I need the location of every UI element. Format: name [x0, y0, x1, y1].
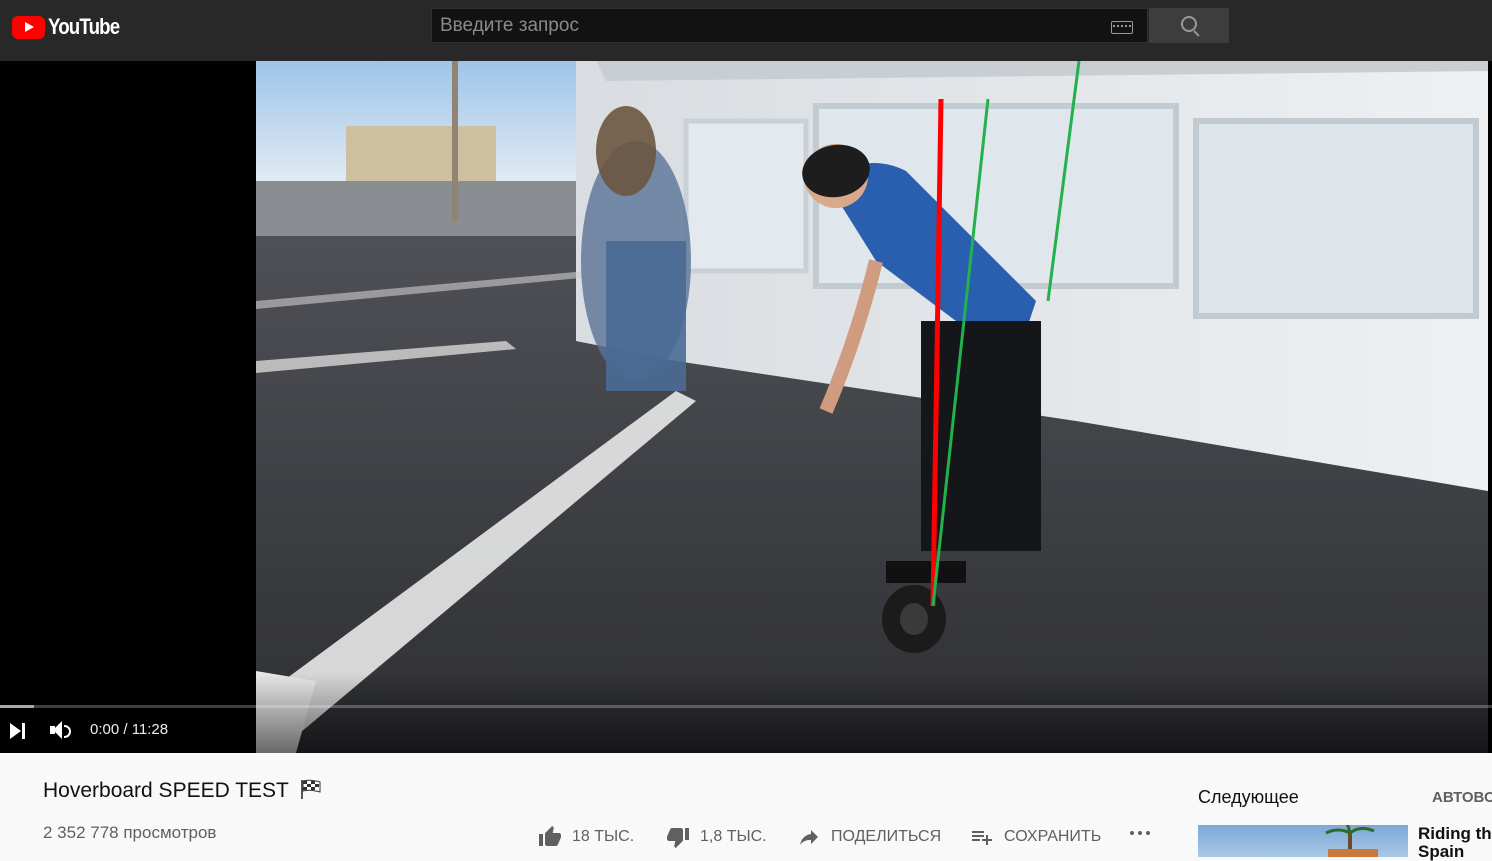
like-count: 18 ТЫС. — [572, 828, 635, 845]
share-arrow-icon — [800, 830, 818, 845]
annotation-lines — [930, 61, 1081, 607]
next-button[interactable] — [8, 720, 30, 742]
progress-bar[interactable] — [0, 705, 1492, 708]
dislike-count: 1,8 ТЫС. — [700, 828, 767, 845]
dislike-button[interactable]: 1,8 ТЫС. — [666, 825, 767, 849]
share-button[interactable]: ПОДЕЛИТЬСЯ — [797, 825, 941, 849]
skip-next-icon — [10, 723, 25, 739]
view-count: 2 352 778 просмотров — [43, 823, 217, 842]
next-video-title-line1: Riding the — [1418, 824, 1492, 843]
search-input[interactable] — [432, 9, 1092, 42]
palm-tree-icon — [1325, 825, 1378, 857]
masthead: YouTube — [0, 0, 1492, 61]
thumbs-down-icon — [667, 828, 689, 848]
next-video-thumbnail[interactable] — [1198, 825, 1408, 857]
volume-icon — [50, 721, 71, 739]
time-display: 0:00 / 11:28 — [90, 721, 169, 738]
search-button[interactable] — [1149, 8, 1229, 43]
youtube-logo[interactable]: YouTube — [12, 14, 132, 40]
video-player[interactable]: 0:00 / 11:28 — [0, 61, 1492, 753]
up-next-label: Следующее — [1198, 787, 1299, 807]
volume-button[interactable] — [48, 720, 72, 742]
controls-gradient — [0, 673, 1492, 753]
youtube-play-icon — [12, 15, 45, 39]
like-button[interactable]: 18 ТЫС. — [538, 825, 634, 849]
add-to-playlist-icon — [972, 831, 992, 845]
more-dots-icon — [1130, 831, 1150, 835]
search-box — [431, 8, 1148, 43]
save-label: СОХРАНИТЬ — [1004, 828, 1102, 845]
share-label: ПОДЕЛИТЬСЯ — [831, 828, 942, 845]
green-tilt-line-2 — [1046, 61, 1081, 302]
video-title: Hoverboard SPEED TEST — [43, 779, 322, 803]
checkered-flag-icon — [301, 779, 321, 799]
more-actions-button[interactable] — [1130, 825, 1150, 835]
logo-text: YouTube — [48, 14, 120, 39]
save-button[interactable]: СОХРАНИТЬ — [970, 825, 1101, 849]
next-video-title[interactable]: Riding the Spain — [1418, 825, 1492, 861]
next-video-title-line2: Spain — [1418, 842, 1465, 861]
thumbs-up-icon — [539, 826, 561, 846]
video-title-text: Hoverboard SPEED TEST — [43, 779, 289, 802]
video-info: Hoverboard SPEED TEST 2 352 778 просмотр… — [0, 753, 1492, 861]
video-frame[interactable] — [256, 61, 1488, 753]
keyboard-icon[interactable] — [1111, 21, 1133, 34]
search-icon — [1181, 16, 1197, 32]
autoplay-label[interactable]: АВТОВО — [1432, 789, 1492, 806]
progress-played — [0, 705, 34, 708]
